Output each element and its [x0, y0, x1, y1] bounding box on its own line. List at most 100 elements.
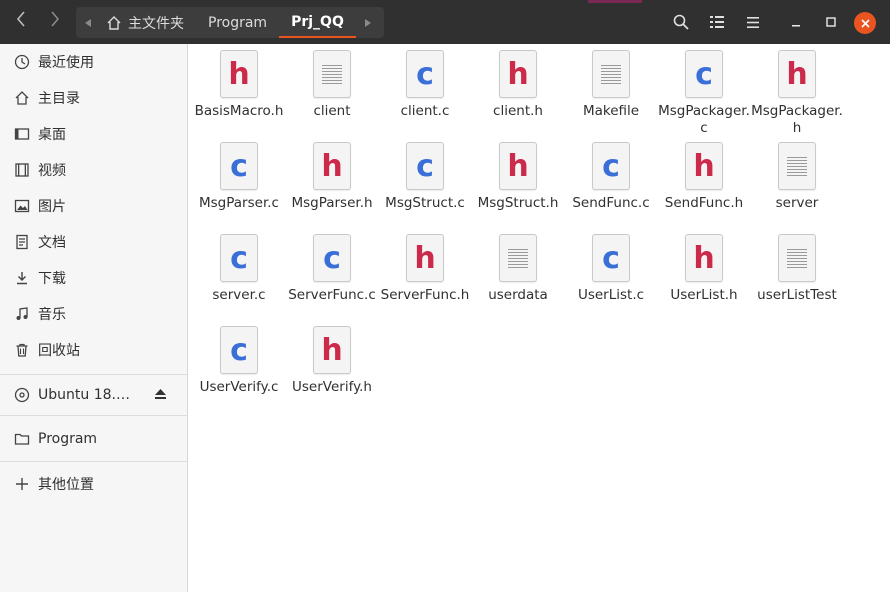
minimize-button[interactable] — [786, 12, 806, 32]
file-item[interactable]: h client.h — [472, 46, 564, 120]
file-item[interactable]: h BasisMacro.h — [193, 46, 285, 120]
trash-icon — [13, 341, 31, 359]
file-item[interactable]: client — [286, 46, 378, 120]
c-header-file-icon: h — [313, 326, 351, 374]
plus-icon — [13, 475, 31, 493]
maximize-button[interactable] — [821, 12, 841, 32]
c-source-file-icon: c — [406, 50, 444, 98]
file-item[interactable]: c MsgParser.c — [193, 138, 285, 212]
file-item[interactable]: h UserVerify.h — [286, 322, 378, 396]
search-button[interactable] — [670, 11, 692, 33]
file-item[interactable]: userListTest — [751, 230, 843, 304]
home-icon — [13, 89, 31, 107]
menu-button[interactable] — [742, 11, 764, 33]
file-name: client.c — [400, 103, 450, 119]
file-item[interactable]: h UserList.h — [658, 230, 750, 304]
file-type-glyph: c — [416, 57, 434, 92]
music-icon — [13, 305, 31, 323]
sidebar-item-music[interactable]: 音乐 — [0, 296, 188, 332]
breadcrumb-label: 主文件夹 — [128, 15, 184, 32]
close-button[interactable] — [854, 12, 876, 34]
sidebar-item-label: 回收站 — [38, 343, 80, 359]
file-type-glyph: c — [323, 241, 341, 276]
sidebar-item-label: 图片 — [38, 199, 66, 215]
sidebar-item-label: Program — [38, 431, 98, 447]
file-item[interactable]: h MsgPackager.h — [751, 46, 843, 137]
back-button[interactable] — [6, 8, 36, 36]
file-item[interactable]: h ServerFunc.h — [379, 230, 471, 304]
file-item[interactable]: Makefile — [565, 46, 657, 120]
sidebar-item-program[interactable]: Program — [0, 421, 188, 457]
file-type-glyph: c — [695, 57, 713, 92]
breadcrumb-program[interactable]: Program — [196, 7, 279, 38]
sidebar-item-pictures[interactable]: 图片 — [0, 188, 188, 224]
document-icon — [13, 233, 31, 251]
breadcrumb-home[interactable]: 主文件夹 — [100, 7, 196, 38]
sidebar-item-home[interactable]: 主目录 — [0, 80, 188, 116]
eject-icon[interactable] — [155, 388, 166, 402]
file-item[interactable]: c client.c — [379, 46, 471, 120]
text-file-icon — [778, 142, 816, 190]
sidebar-item-label: Ubuntu 18.… — [38, 387, 130, 403]
file-type-glyph: c — [602, 149, 620, 184]
folder-icon — [13, 430, 31, 448]
file-item[interactable]: server — [751, 138, 843, 212]
c-header-file-icon: h — [685, 234, 723, 282]
list-view-icon — [710, 16, 724, 28]
sidebar-item-desktop[interactable]: 桌面 — [0, 116, 188, 152]
forward-button[interactable] — [40, 8, 70, 36]
path-scroll-left-button[interactable] — [76, 7, 100, 38]
c-source-file-icon: c — [592, 234, 630, 282]
file-item[interactable]: c ServerFunc.c — [286, 230, 378, 304]
sidebar-separator — [0, 461, 188, 462]
file-item[interactable]: h SendFunc.h — [658, 138, 750, 212]
file-type-glyph: h — [321, 149, 343, 184]
file-item[interactable]: c MsgStruct.c — [379, 138, 471, 212]
file-name: userListTest — [757, 287, 837, 303]
file-item[interactable]: c UserVerify.c — [193, 322, 285, 396]
breadcrumb-label: Program — [208, 14, 268, 31]
chevron-right-icon — [51, 11, 60, 27]
file-item[interactable]: c SendFunc.c — [565, 138, 657, 212]
sidebar-item-label: 文档 — [38, 235, 66, 251]
text-file-icon — [313, 50, 351, 98]
c-header-file-icon: h — [499, 50, 537, 98]
file-item[interactable]: c server.c — [193, 230, 285, 304]
file-item[interactable]: c UserList.c — [565, 230, 657, 304]
file-name: SendFunc.h — [664, 195, 744, 211]
file-type-glyph: c — [230, 241, 248, 276]
c-header-file-icon: h — [406, 234, 444, 282]
file-name: UserVerify.c — [199, 379, 279, 395]
sidebar-item-label: 主目录 — [38, 91, 80, 107]
desktop-icon — [13, 125, 31, 143]
hamburger-icon — [747, 16, 759, 28]
sidebar-item-documents[interactable]: 文档 — [0, 224, 188, 260]
sidebar-item-recent[interactable]: 最近使用 — [0, 44, 188, 80]
file-type-glyph: c — [602, 241, 620, 276]
file-type-glyph: h — [228, 57, 250, 92]
triangle-right-icon — [364, 18, 371, 27]
file-name: MsgParser.c — [199, 195, 279, 211]
sidebar-item-label: 视频 — [38, 163, 66, 179]
c-source-file-icon: c — [220, 326, 258, 374]
view-options-button[interactable] — [706, 11, 728, 33]
breadcrumb-current[interactable]: Prj_QQ — [279, 7, 356, 38]
c-header-file-icon: h — [778, 50, 816, 98]
triangle-left-icon — [85, 18, 91, 27]
path-scroll-right-button[interactable] — [356, 7, 380, 38]
sidebar-item-ubuntu-disc[interactable]: Ubuntu 18.… — [0, 377, 188, 413]
sidebar-item-videos[interactable]: 视频 — [0, 152, 188, 188]
sidebar-item-trash[interactable]: 回收站 — [0, 332, 188, 368]
file-item[interactable]: userdata — [472, 230, 564, 304]
sidebar-item-other-locations[interactable]: 其他位置 — [0, 466, 188, 502]
file-item[interactable]: h MsgParser.h — [286, 138, 378, 212]
file-item[interactable]: c MsgPackager.c — [658, 46, 750, 137]
file-name: MsgStruct.h — [477, 195, 559, 211]
sidebar-item-downloads[interactable]: 下载 — [0, 260, 188, 296]
file-name: MsgStruct.c — [385, 195, 465, 211]
file-name: UserList.h — [670, 287, 738, 303]
file-name: ServerFunc.c — [288, 287, 376, 303]
file-item[interactable]: h MsgStruct.h — [472, 138, 564, 212]
file-name: Makefile — [582, 103, 640, 119]
search-icon — [673, 14, 689, 30]
